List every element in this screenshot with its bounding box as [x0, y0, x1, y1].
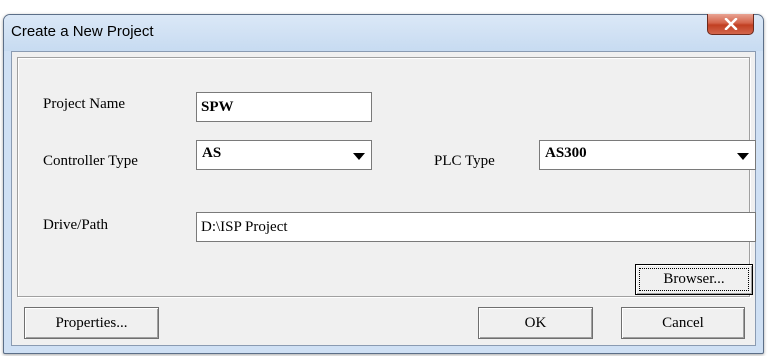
- properties-button[interactable]: Properties...: [24, 307, 159, 339]
- project-name-label: Project Name: [43, 96, 126, 112]
- controller-type-value: AS: [202, 145, 222, 161]
- properties-button-label: Properties...: [55, 314, 128, 331]
- browser-button[interactable]: Browser...: [635, 264, 753, 295]
- project-name-input[interactable]: SPW: [196, 92, 372, 122]
- close-icon: [724, 18, 738, 30]
- title-bar[interactable]: Create a New Project: [4, 14, 763, 51]
- dialog-client-area: Project Name SPW Controller Type AS PLC …: [11, 51, 756, 346]
- cancel-button-label: Cancel: [662, 314, 704, 331]
- dialog-title: Create a New Project: [11, 23, 154, 40]
- drive-path-label: Drive/Path: [43, 217, 108, 233]
- create-project-dialog: Create a New Project Project Name SPW Co…: [3, 14, 764, 354]
- plc-type-value: AS300: [545, 145, 587, 161]
- cancel-button[interactable]: Cancel: [621, 307, 745, 339]
- ok-button-label: OK: [524, 314, 547, 331]
- controller-type-select[interactable]: AS: [196, 140, 372, 170]
- plc-type-label: PLC Type: [434, 153, 495, 169]
- plc-type-select[interactable]: AS300: [539, 140, 756, 170]
- drive-path-input[interactable]: D:\ISP Project: [196, 212, 756, 242]
- ok-button[interactable]: OK: [478, 307, 593, 339]
- dropdown-arrow-icon[interactable]: [353, 153, 365, 160]
- browser-button-label: Browser...: [663, 271, 725, 287]
- controller-type-label: Controller Type: [43, 153, 138, 169]
- close-button[interactable]: [707, 14, 754, 35]
- project-settings-group: Project Name SPW Controller Type AS PLC …: [17, 57, 756, 297]
- dropdown-arrow-icon[interactable]: [737, 153, 749, 160]
